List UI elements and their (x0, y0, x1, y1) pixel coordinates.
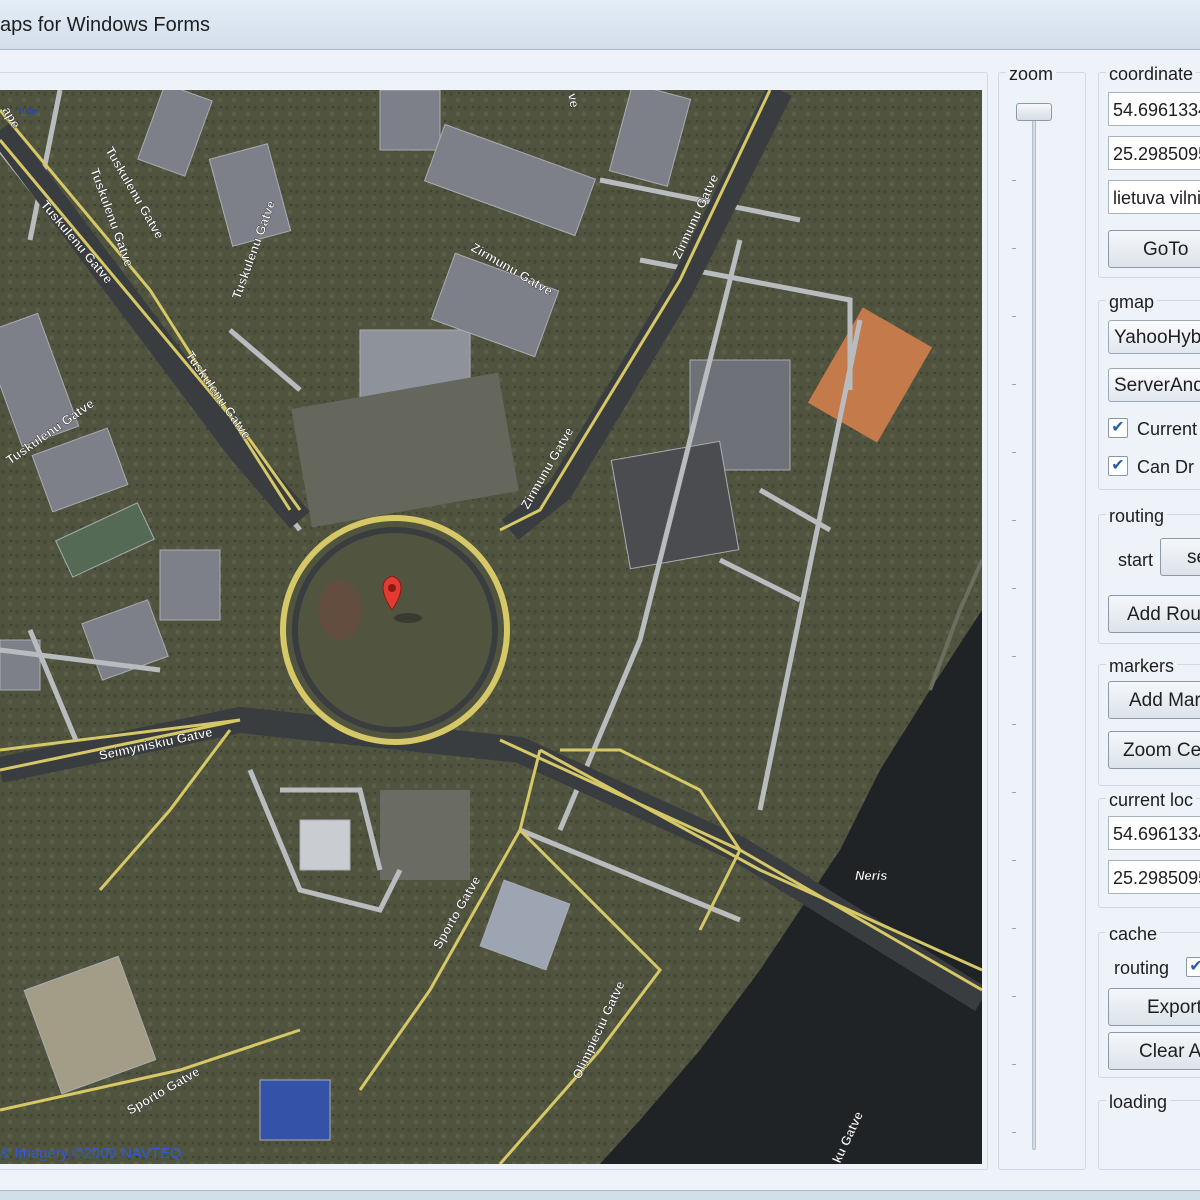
zoom-tick (1012, 928, 1016, 929)
routing-legend: routing (1106, 506, 1168, 527)
loading-legend: loading (1106, 1092, 1171, 1113)
zoom-center-button[interactable]: Zoom Ce (1108, 731, 1200, 769)
latitude-input[interactable]: 54.6961334 (1108, 92, 1200, 126)
goto-button[interactable]: GoTo (1108, 230, 1200, 268)
current-lng-field[interactable]: 25.2985095 (1108, 860, 1200, 894)
title-bar[interactable]: aps for Windows Forms (0, 0, 1200, 50)
zoom-tick (1012, 588, 1016, 589)
zoom-tick (1012, 1064, 1016, 1065)
cache-legend: cache (1106, 924, 1161, 945)
export-button[interactable]: Export (1108, 988, 1200, 1026)
map-canvas[interactable]: Tuskulenu Gatve Tuskulenu Gatve Tuskulen… (0, 90, 982, 1164)
zoom-slider-thumb[interactable] (1016, 103, 1052, 121)
longitude-input[interactable]: 25.2985095 (1108, 136, 1200, 170)
zoom-tick (1012, 316, 1016, 317)
current-marker-label: Current (1137, 419, 1198, 439)
address-input[interactable]: lietuva vilni (1108, 180, 1200, 214)
current-marker-checkbox[interactable]: ✔ (1108, 418, 1128, 438)
can-drag-checkbox[interactable]: ✔ (1108, 456, 1128, 476)
zoom-tick (1012, 180, 1016, 181)
add-route-button[interactable]: Add Rou (1108, 595, 1200, 633)
roundabout (280, 515, 510, 745)
street-label: ve (565, 92, 582, 109)
zoom-tick (1012, 860, 1016, 861)
can-drag-label: Can Dr (1137, 457, 1195, 477)
zoom-legend: zoom (1006, 64, 1057, 85)
markers-legend: markers (1106, 656, 1178, 677)
cache-routing-checkbox[interactable]: ✔ (1186, 957, 1200, 977)
current-lat-field[interactable]: 54.6961334 (1108, 816, 1200, 850)
routing-start-label: start (1118, 550, 1154, 570)
coordinates-legend: coordinate (1106, 64, 1197, 85)
zoom-tick (1012, 452, 1016, 453)
map-copyright: & Imagery ©2009 NAVTEQ (0, 1145, 182, 1162)
clear-all-button[interactable]: Clear A (1108, 1032, 1200, 1070)
zoom-tick (1012, 656, 1016, 657)
parking-lot-south (380, 790, 470, 880)
zoom-tick (1012, 384, 1016, 385)
app-window: aps for Windows Forms Tuskulenu Gatve Tu… (0, 0, 1200, 1200)
add-marker-button[interactable]: Add Mar (1108, 681, 1200, 719)
zoom-groupbox (998, 72, 1086, 1170)
window-bottom-border (0, 1190, 1200, 1200)
zoom-tick (1012, 792, 1016, 793)
zoom-slider-track[interactable] (1032, 108, 1036, 1150)
river-label: Neris (855, 868, 888, 883)
zoom-tick (1012, 996, 1016, 997)
zoom-tick (1012, 1132, 1016, 1133)
current-location-legend: current loc (1106, 790, 1197, 811)
zoom-tick (1012, 724, 1016, 725)
map-view[interactable]: Tuskulenu Gatve Tuskulenu Gatve Tuskulen… (0, 90, 982, 1164)
window-title: aps for Windows Forms (0, 14, 211, 36)
zoom-tick (1012, 248, 1016, 249)
gmap-legend: gmap (1106, 292, 1158, 313)
access-mode-select[interactable]: ServerAnd (1108, 368, 1200, 402)
cache-routing-label: routing (1114, 958, 1170, 978)
set-start-button[interactable]: se (1160, 538, 1200, 576)
zoom-tick (1012, 520, 1016, 521)
scale-text: 100m (18, 107, 38, 116)
map-type-select[interactable]: YahooHyb (1108, 320, 1200, 354)
